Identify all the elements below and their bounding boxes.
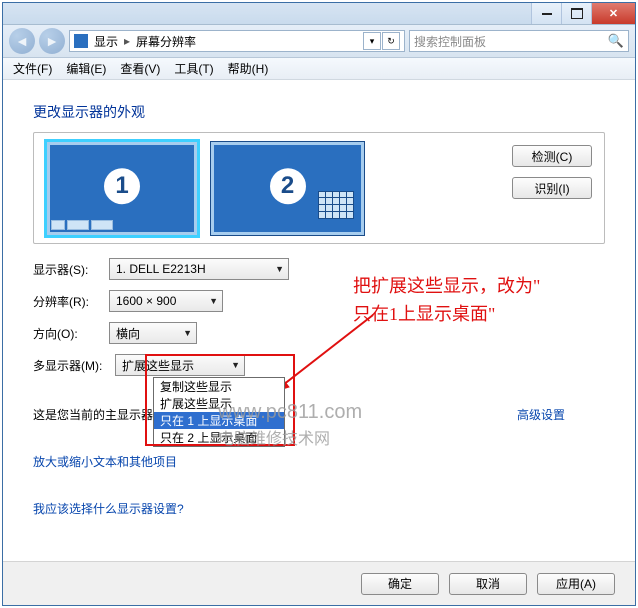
address-segment-2[interactable]: 屏幕分辨率 bbox=[136, 33, 196, 50]
dd-option-only2[interactable]: 只在 2 上显示桌面 bbox=[154, 429, 284, 446]
cancel-button[interactable]: 取消 bbox=[449, 573, 527, 595]
chevron-down-icon: ▼ bbox=[275, 264, 284, 274]
multi-display-label: 多显示器(M): bbox=[33, 357, 115, 374]
resolution-label: 分辨率(R): bbox=[33, 293, 109, 310]
address-dropdown-button[interactable]: ▾ bbox=[363, 32, 381, 50]
chevron-down-icon: ▼ bbox=[209, 296, 218, 306]
titlebar bbox=[3, 3, 635, 25]
primary-display-note: 这是您当前的主显示器。 bbox=[33, 408, 165, 422]
forward-button[interactable]: ► bbox=[39, 28, 65, 54]
dialog-footer: 确定 取消 应用(A) bbox=[3, 561, 635, 605]
back-button[interactable]: ◄ bbox=[9, 28, 35, 54]
annotation-line1: 把扩展这些显示，改为" bbox=[353, 273, 540, 301]
orientation-value: 横向 bbox=[116, 325, 140, 342]
monitor-1-number: 1 bbox=[104, 168, 140, 204]
page-title: 更改显示器的外观 bbox=[33, 102, 605, 122]
apply-button[interactable]: 应用(A) bbox=[537, 573, 615, 595]
orientation-select[interactable]: 横向 ▼ bbox=[109, 322, 197, 344]
refresh-button[interactable]: ↻ bbox=[382, 32, 400, 50]
address-segment-1[interactable]: 显示 bbox=[94, 33, 118, 50]
chevron-down-icon: ▼ bbox=[231, 360, 240, 370]
chevron-down-icon: ▼ bbox=[183, 328, 192, 338]
monitor-2-number: 2 bbox=[270, 168, 306, 204]
close-button[interactable] bbox=[591, 3, 635, 24]
monitor-2[interactable]: 2 bbox=[210, 141, 365, 236]
dd-option-only1[interactable]: 只在 1 上显示桌面 bbox=[154, 412, 284, 429]
window-frame: ◄ ► 显示 ▸ 屏幕分辨率 ▾ ↻ 搜索控制面板 🔍 文件(F) 编辑(E) … bbox=[2, 2, 636, 606]
detect-button[interactable]: 检测(C) bbox=[512, 145, 592, 167]
annotation-text: 把扩展这些显示，改为" 只在1上显示桌面" bbox=[353, 273, 540, 329]
orientation-label: 方向(O): bbox=[33, 325, 109, 342]
address-icon bbox=[74, 34, 88, 48]
which-settings-link[interactable]: 我应该选择什么显示器设置? bbox=[33, 502, 184, 516]
multi-display-select[interactable]: 扩展这些显示 ▼ bbox=[115, 354, 245, 376]
display-select[interactable]: 1. DELL E2213H ▼ bbox=[109, 258, 289, 280]
identify-button[interactable]: 识别(I) bbox=[512, 177, 592, 199]
menu-view[interactable]: 查看(V) bbox=[120, 60, 160, 77]
menu-file[interactable]: 文件(F) bbox=[13, 60, 52, 77]
search-placeholder: 搜索控制面板 bbox=[414, 33, 486, 50]
dd-option-duplicate[interactable]: 复制这些显示 bbox=[154, 378, 284, 395]
minimize-button[interactable] bbox=[531, 3, 561, 24]
annotation-line2: 只在1上显示桌面" bbox=[353, 301, 540, 329]
address-box[interactable]: 显示 ▸ 屏幕分辨率 ▾ ↻ bbox=[69, 30, 405, 52]
maximize-button[interactable] bbox=[561, 3, 591, 24]
search-input[interactable]: 搜索控制面板 🔍 bbox=[409, 30, 629, 52]
dd-option-extend[interactable]: 扩展这些显示 bbox=[154, 395, 284, 412]
multi-display-value: 扩展这些显示 bbox=[122, 357, 194, 374]
multi-display-dropdown: 复制这些显示 扩展这些显示 只在 1 上显示桌面 只在 2 上显示桌面 bbox=[153, 377, 285, 447]
menu-bar: 文件(F) 编辑(E) 查看(V) 工具(T) 帮助(H) bbox=[3, 58, 635, 80]
search-icon: 🔍 bbox=[608, 33, 624, 49]
chevron-right-icon: ▸ bbox=[124, 34, 130, 48]
ok-button[interactable]: 确定 bbox=[361, 573, 439, 595]
display-value: 1. DELL E2213H bbox=[116, 262, 206, 276]
menu-help[interactable]: 帮助(H) bbox=[228, 60, 269, 77]
advanced-settings-link[interactable]: 高级设置 bbox=[517, 406, 565, 423]
menu-tools[interactable]: 工具(T) bbox=[174, 60, 213, 77]
monitor-1[interactable]: 1 bbox=[46, 141, 198, 236]
resolution-value: 1600 × 900 bbox=[116, 294, 176, 308]
resolution-select[interactable]: 1600 × 900 ▼ bbox=[109, 290, 223, 312]
menu-edit[interactable]: 编辑(E) bbox=[66, 60, 106, 77]
display-label: 显示器(S): bbox=[33, 261, 109, 278]
monitor-preview-area: 1 2 检测(C) 识别(I) bbox=[33, 132, 605, 244]
text-size-link[interactable]: 放大或缩小文本和其他项目 bbox=[33, 455, 177, 469]
nav-bar: ◄ ► 显示 ▸ 屏幕分辨率 ▾ ↻ 搜索控制面板 🔍 bbox=[3, 25, 635, 58]
